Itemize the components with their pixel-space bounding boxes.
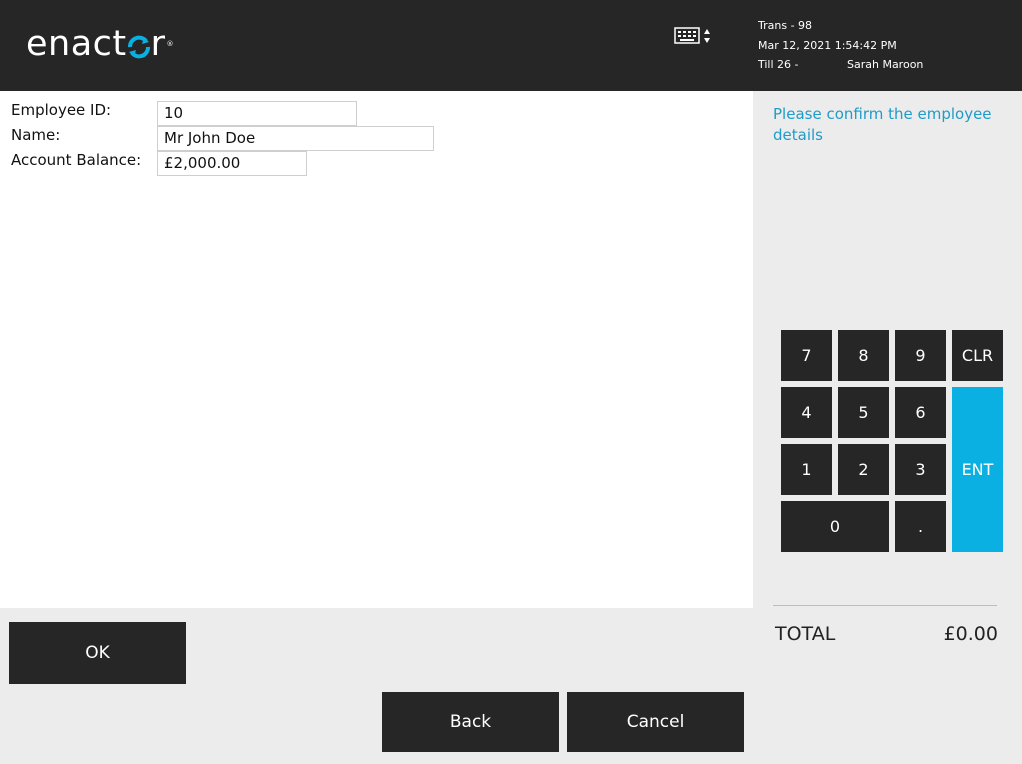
prompt-message: Please confirm the employee details bbox=[773, 105, 992, 144]
main-content-panel: Employee ID: 10 Name: Mr John Doe Accoun… bbox=[0, 91, 753, 608]
keypad-3-button[interactable]: 3 bbox=[895, 444, 946, 495]
keypad-6-button[interactable]: 6 bbox=[895, 387, 946, 438]
keypad-enter-button[interactable]: ENT bbox=[952, 387, 1003, 552]
logo-text-mid: c bbox=[92, 24, 113, 64]
till-number: Till 26 - bbox=[758, 58, 799, 71]
keypad-5-button[interactable]: 5 bbox=[838, 387, 889, 438]
keypad-4-button[interactable]: 4 bbox=[781, 387, 832, 438]
header-bar: enact r® Trans - 98 Mar 12, 2021 1:54:42… bbox=[0, 0, 1022, 91]
ok-button[interactable]: OK bbox=[9, 622, 186, 684]
keypad-decimal-button[interactable]: . bbox=[895, 501, 946, 552]
total-label: TOTAL bbox=[775, 623, 836, 645]
employee-id-label: Employee ID: bbox=[11, 101, 112, 119]
keypad-0-button[interactable]: 0 bbox=[781, 501, 889, 552]
transaction-number: Trans - 98 bbox=[758, 19, 813, 32]
keypad-9-button[interactable]: 9 bbox=[895, 330, 946, 381]
enactor-logo: enact r® bbox=[26, 24, 174, 64]
logo-swirl-icon bbox=[127, 35, 150, 59]
employee-id-field: 10 bbox=[157, 101, 357, 126]
name-field: Mr John Doe bbox=[157, 126, 434, 151]
name-label: Name: bbox=[11, 126, 61, 144]
logo-text-left: ena bbox=[26, 24, 93, 64]
transaction-datetime: Mar 12, 2021 1:54:42 PM bbox=[758, 38, 897, 52]
keypad-1-button[interactable]: 1 bbox=[781, 444, 832, 495]
account-balance-field: £2,000.00 bbox=[157, 151, 307, 176]
keypad-7-button[interactable]: 7 bbox=[781, 330, 832, 381]
right-panel: Please confirm the employee details 7 8 … bbox=[753, 91, 1022, 764]
total-value: £0.00 bbox=[943, 623, 998, 645]
keyboard-icon bbox=[674, 27, 710, 44]
back-button[interactable]: Back bbox=[382, 692, 559, 752]
logo-text-end: r bbox=[150, 24, 166, 64]
keyboard-toggle-button[interactable] bbox=[674, 26, 714, 48]
total-divider bbox=[773, 605, 997, 606]
operator-name: Sarah Maroon bbox=[847, 58, 924, 71]
logo-trademark: ® bbox=[166, 40, 175, 48]
keypad-2-button[interactable]: 2 bbox=[838, 444, 889, 495]
transaction-info: Trans - 98 Mar 12, 2021 1:54:42 PM Till … bbox=[758, 16, 923, 75]
cancel-button[interactable]: Cancel bbox=[567, 692, 744, 752]
account-balance-label: Account Balance: bbox=[11, 151, 142, 169]
keypad-8-button[interactable]: 8 bbox=[838, 330, 889, 381]
till-line: Till 26 - Sarah Maroon bbox=[758, 55, 923, 75]
keypad-clear-button[interactable]: CLR bbox=[952, 330, 1003, 381]
logo-text-right: t bbox=[112, 24, 127, 64]
